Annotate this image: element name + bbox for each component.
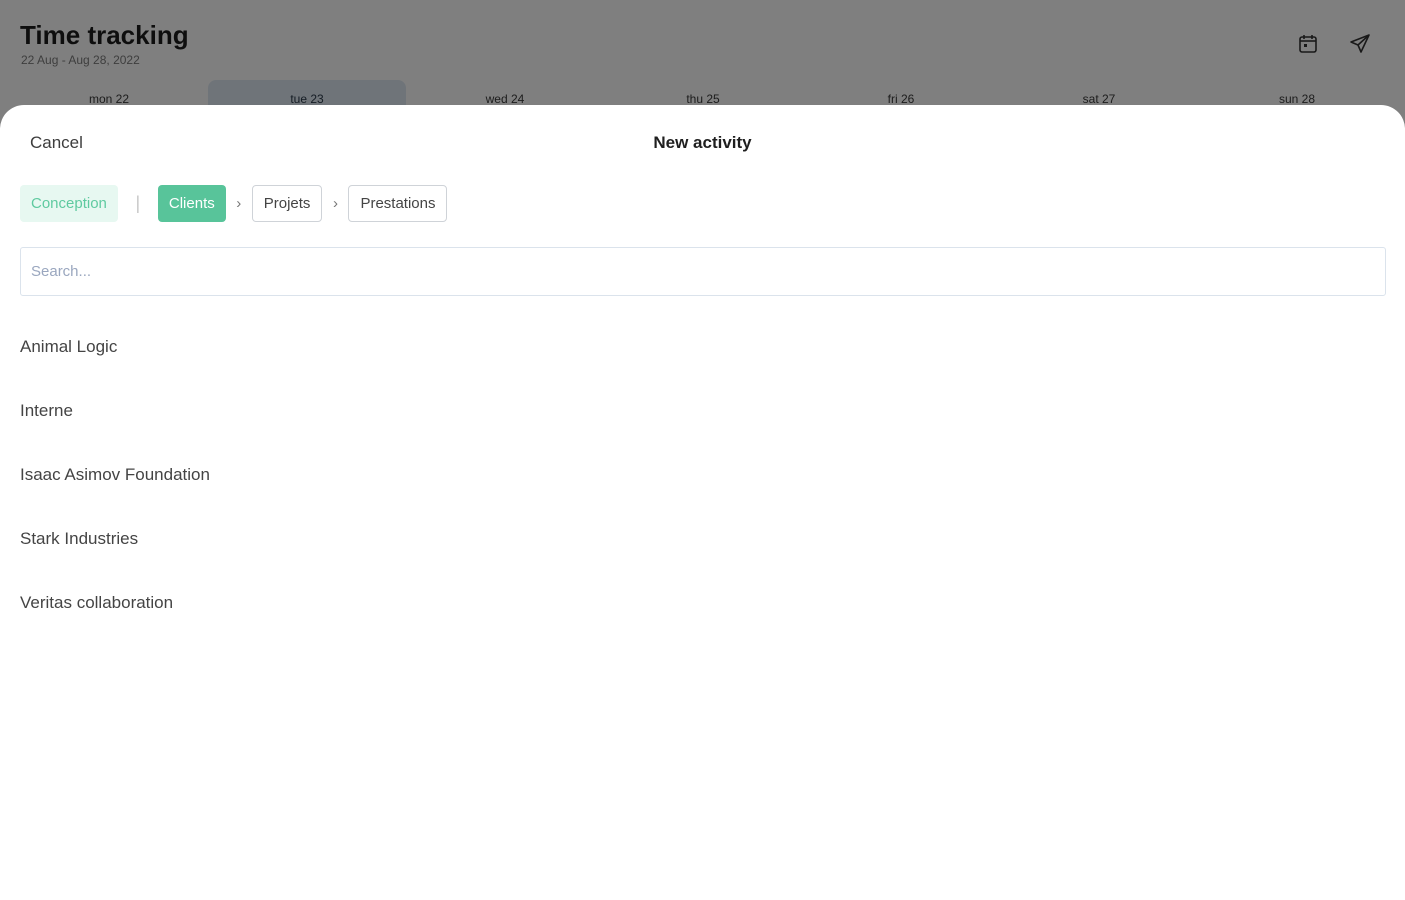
list-item[interactable]: Animal Logic	[20, 325, 1386, 389]
client-list: Animal Logic Interne Isaac Asimov Founda…	[20, 325, 1386, 645]
app-root: Time tracking 22 Aug - Aug 28, 2022 mon …	[0, 0, 1405, 900]
breadcrumb-divider: |	[135, 193, 141, 213]
list-item[interactable]: Isaac Asimov Foundation	[20, 453, 1386, 517]
chevron-right-icon: ›	[332, 195, 338, 212]
step-chip-projets[interactable]: Projets	[251, 185, 323, 222]
search-input[interactable]	[20, 247, 1386, 296]
breadcrumb: Conception | Clients › Projets › Prestat…	[20, 185, 448, 222]
step-chip-clients[interactable]: Clients	[157, 185, 226, 222]
list-item[interactable]: Interne	[20, 389, 1386, 453]
sheet-title: New activity	[653, 133, 752, 152]
list-item[interactable]: Veritas collaboration	[20, 581, 1386, 645]
new-activity-sheet: Cancel New activity Conception | Clients…	[0, 105, 1405, 900]
chevron-right-icon: ›	[236, 195, 242, 212]
step-chip-prestations[interactable]: Prestations	[348, 185, 448, 222]
category-chip-conception[interactable]: Conception	[20, 185, 118, 222]
list-item[interactable]: Stark Industries	[20, 517, 1386, 581]
